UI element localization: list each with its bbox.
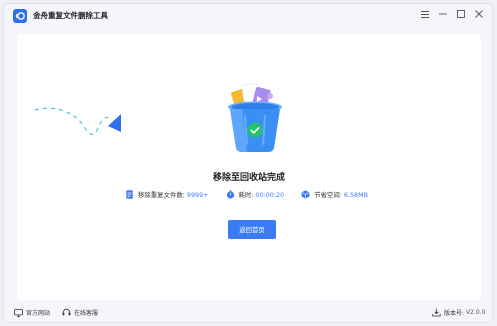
dashed-arrow-decoration bbox=[34, 107, 121, 136]
official-website-label: 官方网站 bbox=[26, 310, 51, 317]
minimize-icon[interactable] bbox=[438, 9, 448, 19]
result-panel: 移除至回收站完成 移除重复文件数: 9999+ 耗时: 00:00:20 节省空… bbox=[17, 34, 481, 300]
footer-bar: 官方网站 在线客服 版本号: V2.0.0 bbox=[4, 304, 492, 322]
menu-icon[interactable] bbox=[420, 9, 430, 19]
app-title: 金舟重复文件删除工具 bbox=[33, 11, 108, 20]
monitor-icon bbox=[14, 308, 23, 317]
result-stats: 移除重复文件数: 9999+ 耗时: 00:00:20 节省空间: 6.58MB bbox=[125, 190, 385, 199]
document-icon bbox=[125, 190, 134, 199]
official-website-link[interactable]: 官方网站 bbox=[14, 308, 50, 317]
online-support-link[interactable]: 在线客服 bbox=[62, 308, 98, 317]
version-info[interactable]: 版本号: V2.0.0 bbox=[432, 308, 485, 317]
version-value: V2.0.0 bbox=[466, 309, 486, 316]
storage-cube-icon bbox=[301, 190, 310, 199]
stat-label: 移除重复文件数: bbox=[138, 191, 185, 199]
version-label: 版本号: bbox=[444, 310, 465, 317]
stat-elapsed-time: 耗时: 00:00:20 bbox=[226, 190, 285, 199]
stat-value: 6.58MB bbox=[343, 190, 369, 199]
close-icon[interactable] bbox=[474, 9, 484, 19]
timer-icon bbox=[226, 190, 235, 199]
back-to-home-button[interactable]: 返回首页 bbox=[228, 220, 276, 239]
maximize-icon[interactable] bbox=[456, 9, 466, 19]
stat-label: 节省空间: bbox=[314, 191, 342, 199]
download-icon bbox=[432, 308, 441, 317]
stat-label: 耗时: bbox=[238, 191, 254, 199]
app-window: 金舟重复文件删除工具 移除至回收站完成 移除重复文件数: 9999+ 耗时: 0… bbox=[3, 3, 493, 323]
stat-value: 9999+ bbox=[186, 190, 209, 199]
recycle-bin-icon bbox=[228, 82, 282, 152]
online-support-label: 在线客服 bbox=[74, 310, 99, 317]
completion-heading: 移除至回收站完成 bbox=[212, 173, 285, 183]
stat-space-saved: 节省空间: 6.58MB bbox=[301, 190, 368, 199]
title-bar: 金舟重复文件删除工具 bbox=[4, 4, 492, 26]
stat-value: 00:00:20 bbox=[255, 190, 285, 199]
headset-icon bbox=[62, 308, 71, 317]
stat-removed-files: 移除重复文件数: 9999+ bbox=[125, 190, 209, 199]
app-logo bbox=[13, 9, 27, 23]
